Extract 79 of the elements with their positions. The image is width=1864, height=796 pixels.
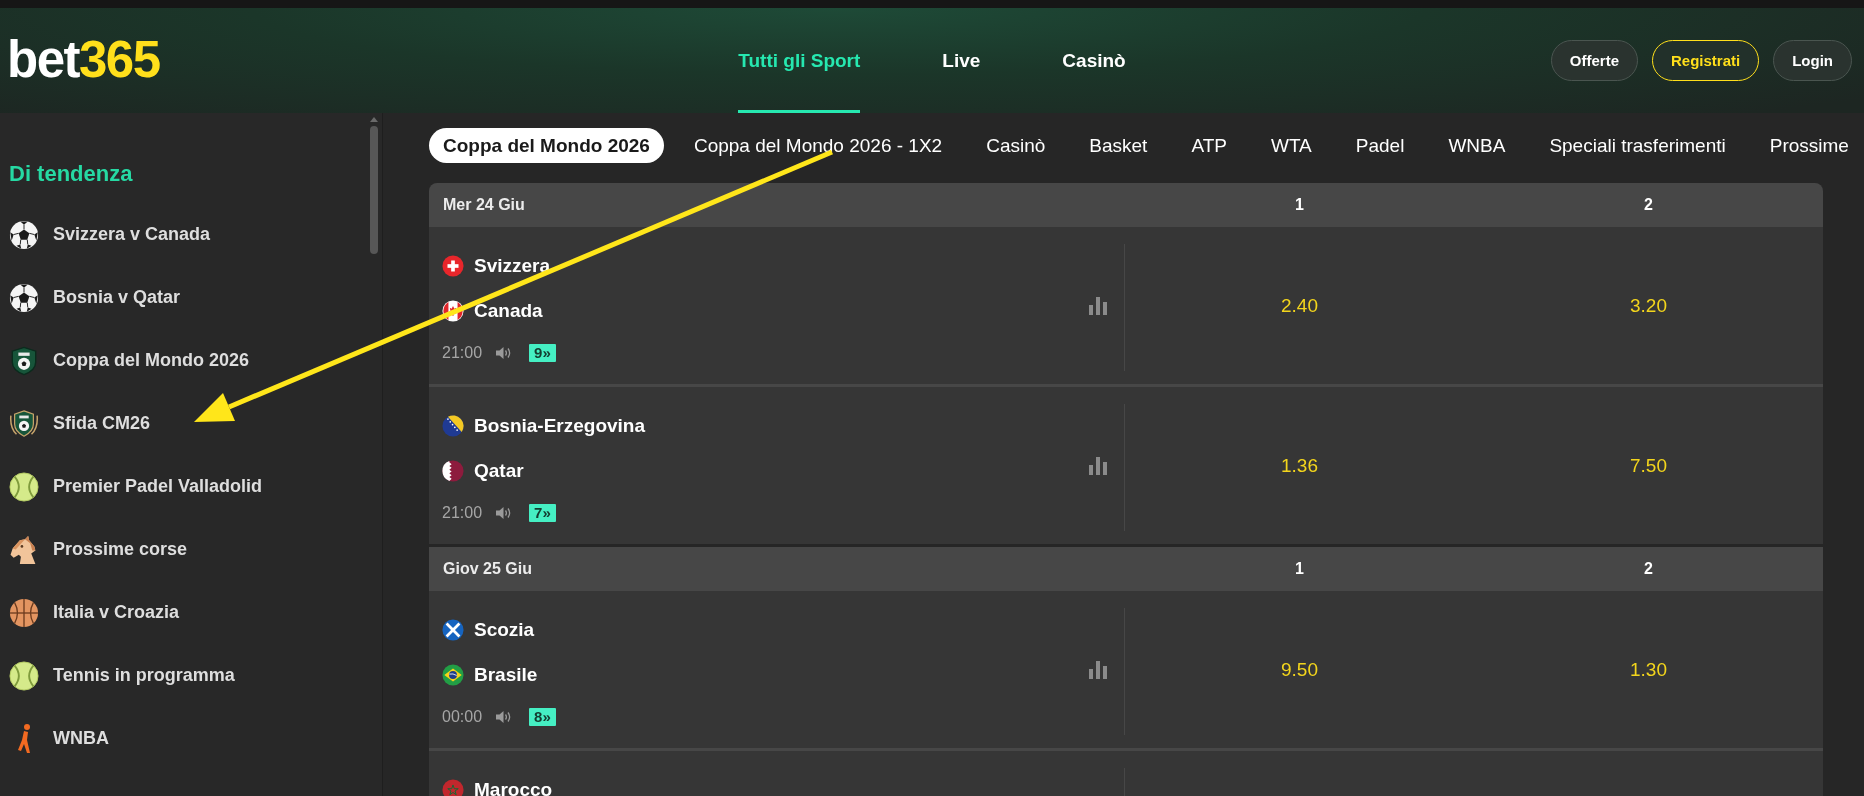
sidebar-item[interactable]: Premier Padel Valladolid: [9, 455, 263, 518]
column-label: 2: [1644, 560, 1653, 578]
header-button[interactable]: Offerte: [1550, 40, 1638, 81]
tennis-ball-icon: [9, 471, 39, 502]
odds-button[interactable]: 1.30: [1618, 652, 1679, 687]
sidebar-item[interactable]: Tennis in programma: [9, 644, 235, 707]
logo[interactable]: bet365: [7, 32, 160, 89]
odds-button[interactable]: 7.50: [1618, 448, 1679, 483]
sidebar-item[interactable]: Svizzera v Canada: [9, 203, 211, 266]
basketball-icon: [9, 597, 39, 628]
more-markets-link[interactable]: 9»: [529, 344, 556, 362]
flag-icon: [442, 300, 464, 322]
team-name: Qatar: [474, 460, 524, 482]
event-row[interactable]: Bosnia-Erzegovina Qatar 21:00 7» 1.36 7.50: [429, 384, 1823, 544]
sidebar-item[interactable]: Italia v Croazia: [9, 581, 180, 644]
category-tab[interactable]: Coppa del Mondo 2026: [429, 128, 664, 163]
header-button[interactable]: Registrati: [1652, 40, 1760, 81]
section-heading: Di tendenza: [9, 160, 133, 188]
nav-tab[interactable]: Tutti gli Sport: [738, 8, 861, 113]
bar-chart-icon[interactable]: [1089, 456, 1107, 475]
team-name: Canada: [474, 300, 543, 322]
event-row[interactable]: Marocco: [429, 748, 1823, 796]
team-name: Scozia: [474, 619, 535, 641]
shield-icon: [9, 345, 39, 376]
sidebar-item[interactable]: Coppa del Mondo 2026: [9, 329, 250, 392]
team-name: Bosnia-Erzegovina: [474, 415, 646, 437]
category-tab[interactable]: Prossime: [1755, 128, 1863, 163]
shield-icon: [9, 408, 39, 439]
odds-button[interactable]: 9.50: [1269, 652, 1330, 687]
flag-icon: [442, 460, 464, 482]
date-label: Giov 25 Giu: [443, 560, 532, 578]
event-row[interactable]: Scozia Brasile 00:00 8» 9.50 1.30: [429, 591, 1823, 748]
column-label: 1: [1295, 196, 1304, 214]
player-silhouette-icon: [17, 723, 31, 754]
scroll-up-icon[interactable]: [370, 117, 378, 122]
flag-icon: [442, 415, 464, 437]
kickoff-time: 21:00: [442, 504, 483, 522]
speaker-icon: [495, 710, 513, 724]
category-tab[interactable]: Coppa del Mondo 2026 - 1X2: [679, 128, 957, 163]
nav-tab[interactable]: Live: [942, 8, 981, 113]
sidebar-item[interactable]: Prossime corse: [9, 518, 188, 581]
bar-chart-icon[interactable]: [1089, 296, 1107, 315]
scrollbar-thumb[interactable]: [370, 126, 378, 254]
column-label: 1: [1295, 560, 1304, 578]
more-markets-link[interactable]: 7»: [529, 504, 556, 522]
flag-icon: [442, 255, 464, 277]
soccer-ball-icon: [9, 219, 39, 250]
category-tab[interactable]: ATP: [1177, 128, 1241, 163]
team-name: Marocco: [474, 779, 553, 796]
soccer-ball-icon: [9, 282, 39, 313]
sidebar-item[interactable]: Sfida CM26: [9, 392, 151, 455]
category-tab[interactable]: Casinò: [972, 128, 1060, 163]
nav-tab[interactable]: Casinò: [1062, 8, 1126, 113]
kickoff-time: 21:00: [442, 344, 483, 362]
category-tab[interactable]: Padel: [1341, 128, 1419, 163]
column-label: 2: [1644, 196, 1653, 214]
category-tab[interactable]: Speciali trasferimenti: [1535, 128, 1740, 163]
header-button[interactable]: Login: [1773, 40, 1852, 81]
more-markets-link[interactable]: 8»: [529, 708, 556, 726]
team-name: Brasile: [474, 664, 538, 686]
sidebar-item[interactable]: WNBA: [9, 707, 109, 770]
team-name: Svizzera: [474, 255, 551, 277]
event-row[interactable]: Svizzera Canada 21:00 9» 2.40 3.20: [429, 227, 1823, 384]
odds-button[interactable]: 2.40: [1269, 288, 1330, 323]
bar-chart-icon[interactable]: [1089, 660, 1107, 679]
flag-icon: [442, 779, 464, 796]
tennis-ball-icon: [9, 660, 39, 691]
sidebar-item[interactable]: Bosnia v Qatar: [9, 266, 181, 329]
flag-icon: [442, 619, 464, 641]
kickoff-time: 00:00: [442, 708, 483, 726]
flag-icon: [442, 664, 464, 686]
speaker-icon: [495, 346, 513, 360]
category-tab[interactable]: Basket: [1075, 128, 1162, 163]
category-tab[interactable]: WTA: [1256, 128, 1326, 163]
odds-button[interactable]: 1.36: [1269, 448, 1330, 483]
odds-button[interactable]: 3.20: [1618, 288, 1679, 323]
date-label: Mer 24 Giu: [443, 196, 525, 214]
category-tab[interactable]: WNBA: [1434, 128, 1520, 163]
speaker-icon: [495, 506, 513, 520]
